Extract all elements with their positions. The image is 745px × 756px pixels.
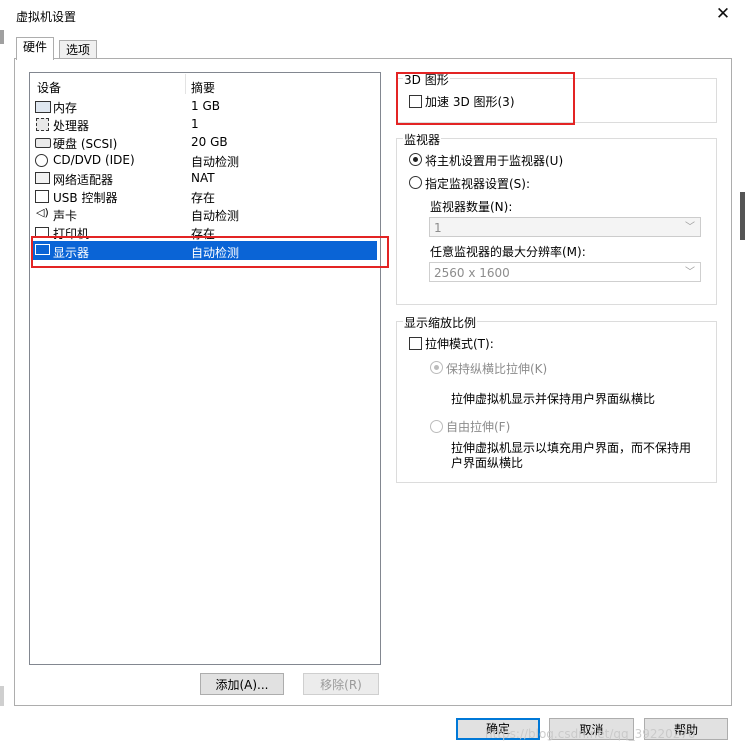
monitor-count-label: 监视器数量(N): bbox=[430, 200, 513, 214]
hard-disk-icon bbox=[35, 138, 51, 148]
monitor-count-value: 1 bbox=[434, 221, 442, 235]
specify-monitor-radio[interactable] bbox=[409, 176, 422, 189]
annotation-box bbox=[396, 72, 575, 125]
monitor-count-select[interactable]: 1 ﹀ bbox=[429, 217, 701, 237]
free-stretch-label[interactable]: 自由拉伸(F) bbox=[446, 418, 510, 435]
free-stretch-radio[interactable] bbox=[430, 420, 443, 433]
device-name[interactable]: 声卡 bbox=[53, 207, 77, 224]
device-summary: 存在 bbox=[191, 191, 216, 205]
device-summary: 1 bbox=[191, 117, 199, 131]
chevron-down-icon: ﹀ bbox=[685, 222, 695, 233]
specify-monitor-label[interactable]: 指定监视器设置(S): bbox=[425, 175, 530, 192]
network-adapter-icon bbox=[35, 172, 50, 184]
watermark-text: https://blog.csdn.net/qq_39220270 bbox=[485, 727, 696, 741]
background-window-fragment bbox=[740, 192, 745, 240]
device-summary: NAT bbox=[191, 171, 215, 185]
device-summary: 20 GB bbox=[191, 135, 228, 149]
device-name[interactable]: 处理器 bbox=[53, 117, 89, 134]
max-resolution-value: 2560 x 1600 bbox=[434, 266, 510, 280]
annotation-box bbox=[31, 236, 389, 268]
max-resolution-label: 任意监视器的最大分辨率(M): bbox=[430, 245, 586, 259]
device-summary: 自动检测 bbox=[191, 155, 240, 169]
device-name[interactable]: 硬盘 (SCSI) bbox=[53, 135, 117, 152]
stretch-mode-checkbox[interactable] bbox=[409, 337, 422, 350]
tab-options[interactable]: 选项 bbox=[59, 40, 98, 60]
background-window-fragment bbox=[0, 686, 4, 706]
usb-icon bbox=[35, 190, 49, 203]
use-host-settings-radio[interactable] bbox=[409, 153, 422, 166]
device-name[interactable]: CD/DVD (IDE) bbox=[53, 153, 135, 167]
sound-card-icon: ◁) bbox=[36, 206, 49, 219]
column-header-summary[interactable]: 摘要 bbox=[191, 79, 215, 96]
keep-aspect-label[interactable]: 保持纵横比拉伸(K) bbox=[446, 360, 547, 377]
memory-icon bbox=[35, 101, 51, 113]
tab-hardware[interactable]: 硬件 bbox=[16, 37, 55, 60]
cd-dvd-icon bbox=[35, 154, 48, 167]
keep-aspect-radio[interactable] bbox=[430, 361, 443, 374]
keep-aspect-description: 拉伸虚拟机显示并保持用户界面纵横比 bbox=[451, 392, 656, 406]
device-summary: 1 GB bbox=[191, 99, 220, 113]
device-name[interactable]: 内存 bbox=[53, 99, 77, 116]
device-name[interactable]: 网络适配器 bbox=[53, 171, 113, 188]
add-button[interactable]: 添加(A)... bbox=[200, 673, 284, 695]
window-title: 虚拟机设置 bbox=[16, 10, 77, 24]
device-name[interactable]: USB 控制器 bbox=[53, 189, 117, 206]
max-resolution-select[interactable]: 2560 x 1600 ﹀ bbox=[429, 262, 701, 282]
remove-button[interactable]: 移除(R) bbox=[303, 673, 379, 695]
monitors-title: 监视器 bbox=[403, 131, 442, 148]
stretch-mode-label[interactable]: 拉伸模式(T): bbox=[425, 335, 494, 352]
display-scaling-title: 显示缩放比例 bbox=[403, 314, 478, 331]
background-window-fragment bbox=[0, 30, 4, 44]
use-host-settings-label[interactable]: 将主机设置用于监视器(U) bbox=[425, 152, 563, 169]
device-summary: 自动检测 bbox=[191, 209, 240, 223]
close-icon[interactable]: ✕ bbox=[712, 4, 734, 24]
column-separator bbox=[185, 74, 186, 94]
processor-icon bbox=[36, 118, 49, 131]
chevron-down-icon: ﹀ bbox=[685, 267, 695, 278]
free-stretch-description: 拉伸虚拟机显示以填充用户界面，而不保持用户界面纵横比 bbox=[451, 441, 692, 470]
column-header-device[interactable]: 设备 bbox=[37, 79, 61, 96]
